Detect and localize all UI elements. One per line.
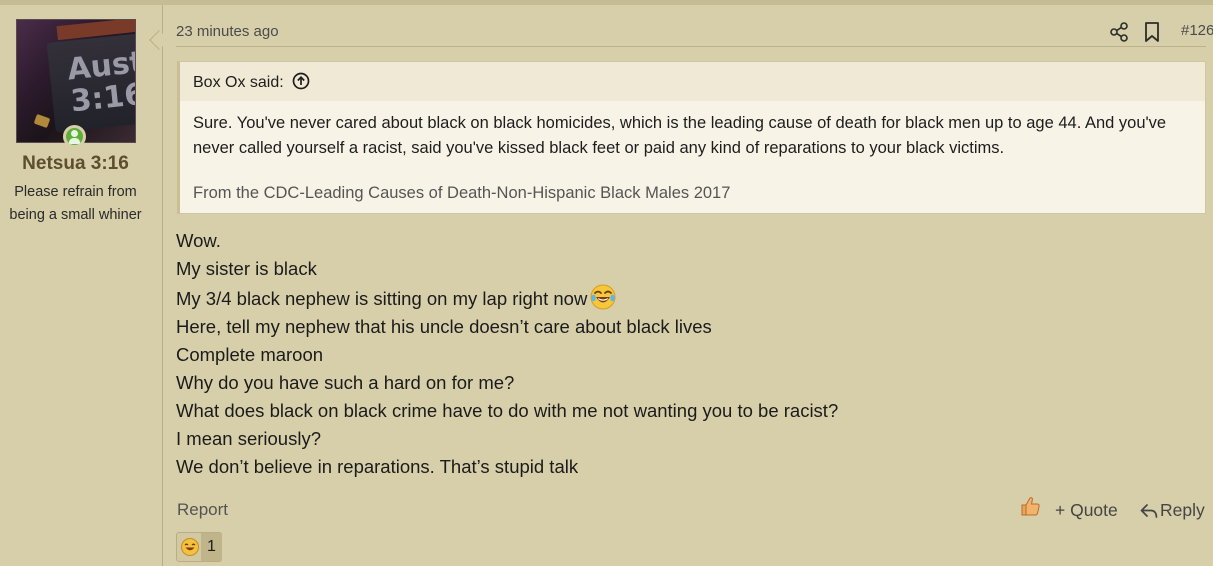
online-status-icon (63, 125, 86, 148)
quote-author[interactable]: Box Ox said: (193, 74, 284, 91)
post-line-text: My 3/4 black nephew is sitting on my lap… (176, 288, 588, 309)
post-line: I mean seriously? (176, 428, 321, 449)
reaction-summary[interactable]: 1 (176, 532, 222, 562)
report-link[interactable]: Report (177, 500, 228, 520)
quote-text: Sure. You've never cared about black on … (193, 114, 1167, 157)
quote-block: Box Ox said: Sure. You've never cared ab… (177, 61, 1206, 214)
quote-header: Box Ox said: (180, 62, 1205, 101)
message-header: 23 minutes ago #126 (176, 17, 1213, 47)
post-timestamp[interactable]: 23 minutes ago (176, 23, 279, 40)
share-icon[interactable] (1108, 21, 1130, 43)
laughing-crying-emoji-icon (590, 284, 616, 310)
user-info-panel: Austi 3:16 Netsua 3:16 Please refrain fro… (0, 5, 163, 566)
bookmark-icon[interactable] (1142, 21, 1162, 43)
quote-source: From the CDC-Leading Causes of Death-Non… (193, 184, 731, 202)
reply-button[interactable]: Reply (1140, 500, 1205, 521)
post-number[interactable]: #126 (1181, 22, 1213, 39)
post-line: Complete maroon (176, 344, 324, 365)
post-line: We don’t believe in reparations. That’s … (176, 456, 579, 477)
message-content: 23 minutes ago #126 Box Ox said: Sure. Y… (164, 5, 1213, 566)
post-body: Wow. My sister is black My 3/4 black nep… (176, 227, 1176, 481)
user-title: Please refrain from being a small whiner (9, 184, 142, 223)
username[interactable]: Netsua 3:16 (0, 153, 151, 175)
post-line: My sister is black (176, 258, 317, 279)
quote-button[interactable]: + Quote (1055, 500, 1118, 521)
post-line: My 3/4 black nephew is sitting on my lap… (176, 283, 1176, 313)
post-line: Wow. (176, 230, 221, 251)
laugh-reaction-icon (181, 538, 199, 556)
reply-label: Reply (1160, 500, 1205, 520)
arrow-up-circle-icon[interactable] (292, 72, 310, 90)
post-line: Here, tell my nephew that his uncle does… (176, 316, 712, 337)
avatar-text: Austi 3:16 (65, 43, 136, 120)
reaction-count: 1 (201, 533, 222, 561)
post-actions: Report + Quote Reply (176, 497, 1211, 527)
thumbs-up-icon[interactable] (1019, 495, 1041, 517)
post-line: What does black on black crime have to d… (176, 400, 839, 421)
reply-icon (1140, 504, 1158, 518)
post-line: Why do you have such a hard on for me? (176, 372, 515, 393)
